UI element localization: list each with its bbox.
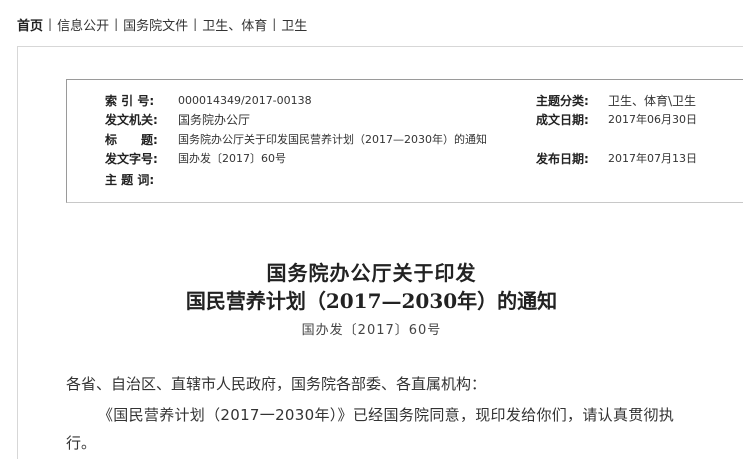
document-number: 国办发〔2017〕60号: [301, 323, 442, 338]
info-row-docnum: 发文字号: 国办发〔2017〕60号 发布日期: 2017年07月13日: [67, 150, 743, 168]
info-row-keywords: 主 题 词:: [67, 171, 743, 189]
body-paragraph-main-cont: 行。: [66, 434, 97, 452]
document-title-line2: 国民营养计划（2017—2030年）的通知: [185, 289, 558, 313]
breadcrumb-item-health-sports[interactable]: 卫生、体育: [202, 15, 267, 34]
body-paragraph-addressee: 各省、自治区、直辖市人民政府，国务院各部委、各直属机构：: [66, 375, 487, 393]
breadcrumb-separator: |: [193, 17, 198, 31]
breadcrumb-item-health[interactable]: 卫生: [281, 15, 307, 34]
breadcrumb-separator: |: [272, 17, 277, 31]
issuer-label: 发文机关:: [105, 113, 158, 127]
issuer-value: 国务院办公厅: [178, 113, 251, 127]
published-date-value: 2017年07月13日: [608, 152, 697, 165]
topic-value: 卫生、体育\卫生: [608, 94, 697, 108]
created-date-value: 2017年06月30日: [608, 113, 697, 126]
breadcrumb-item-info-public[interactable]: 信息公开: [57, 15, 109, 34]
info-row-index: 索 引 号: 000014349/2017-00138 主题分类: 卫生、体育\…: [67, 92, 743, 110]
created-date-label: 成文日期:: [536, 113, 589, 127]
document-info-table: 索 引 号: 000014349/2017-00138 主题分类: 卫生、体育\…: [66, 79, 743, 203]
document-title-line1: 国务院办公厅关于印发: [266, 261, 477, 285]
info-row-title: 标 题: 国务院办公厅关于印发国民营养计划（2017—2030年）的通知: [67, 131, 743, 149]
topic-label: 主题分类:: [536, 94, 589, 108]
published-date-label: 发布日期:: [536, 152, 589, 166]
index-label: 索 引 号:: [105, 94, 155, 108]
breadcrumb-separator: |: [48, 17, 53, 31]
body-paragraph-main: 《国民营养计划（2017一2030年）》已经国务院同意，现印发给你们，请认真贯彻…: [98, 406, 675, 424]
index-value: 000014349/2017-00138: [178, 94, 312, 107]
info-row-issuer: 发文机关: 国务院办公厅 成文日期: 2017年06月30日: [67, 111, 743, 129]
title-value: 国务院办公厅关于印发国民营养计划（2017—2030年）的通知: [178, 133, 487, 146]
breadcrumb: 首页 | 信息公开 | 国务院文件 | 卫生、体育 | 卫生: [17, 14, 307, 34]
breadcrumb-item-state-council-docs[interactable]: 国务院文件: [123, 15, 188, 34]
breadcrumb-separator: |: [114, 17, 119, 31]
docnum-value: 国办发〔2017〕60号: [178, 152, 286, 165]
docnum-label: 发文字号:: [105, 152, 158, 166]
title-label: 标 题:: [105, 133, 158, 147]
keywords-label: 主 题 词:: [105, 173, 155, 187]
breadcrumb-home-link[interactable]: 首页: [17, 15, 43, 34]
